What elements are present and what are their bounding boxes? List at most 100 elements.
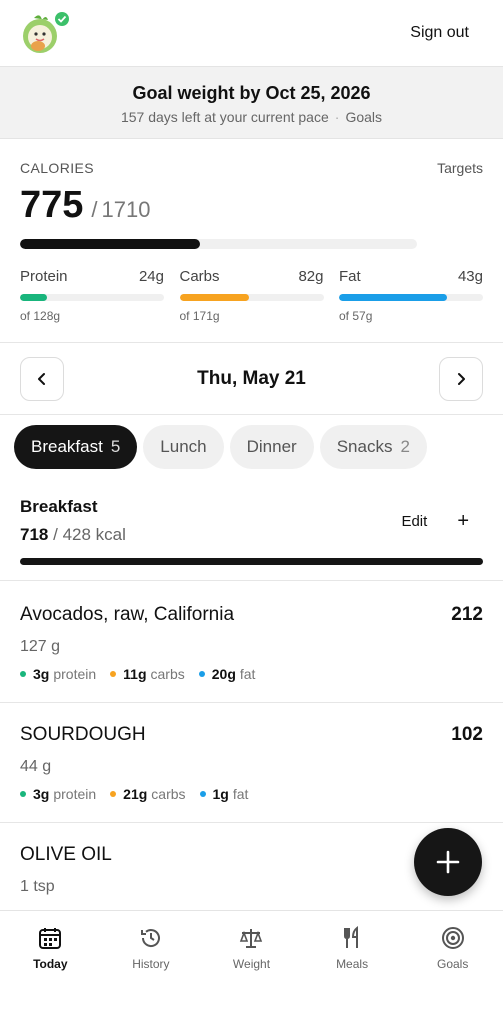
chevron-left-icon xyxy=(38,373,45,385)
food-carbs-value: 21g xyxy=(123,786,148,802)
macro-progress-fill xyxy=(339,294,447,301)
app-header: Sign out xyxy=(0,0,503,66)
app-logo[interactable] xyxy=(20,10,74,56)
sign-out-button[interactable]: Sign out xyxy=(410,24,469,42)
food-quantity: 127 g xyxy=(20,638,61,655)
fat-dot-icon xyxy=(199,791,206,797)
food-protein: 3g protein xyxy=(20,786,96,802)
food-quantity: 1 tsp xyxy=(20,878,55,895)
section-divider xyxy=(0,702,503,703)
food-item[interactable]: OLIVE OIL 1 tsp xyxy=(20,844,483,896)
food-protein-value: 3g xyxy=(33,786,50,802)
current-date: Thu, May 21 xyxy=(197,368,306,389)
tab-label: Snacks xyxy=(336,437,393,456)
food-calories: 102 xyxy=(451,724,483,745)
targets-link[interactable]: Targets xyxy=(437,160,483,176)
bottom-nav: Today History Weight Meals Goals xyxy=(0,910,503,1024)
macro-target: of 171g xyxy=(179,309,220,323)
add-food-fab[interactable] xyxy=(414,828,482,896)
nav-label: Goals xyxy=(436,957,469,971)
tab-count: 2 xyxy=(400,437,410,456)
food-item[interactable]: SOURDOUGH 102 44 g 3g protein 21g carbs 1g… xyxy=(20,724,483,802)
macro-name: Carbs xyxy=(179,268,220,285)
meal-progress-bar xyxy=(20,558,483,565)
add-food-button[interactable]: + xyxy=(457,511,469,531)
tab-dinner[interactable]: Dinner xyxy=(229,425,314,469)
tab-label: Lunch xyxy=(160,437,207,456)
meal-header: Breakfast 718 / 428 kcal Edit + xyxy=(20,497,483,565)
goal-subtitle: 157 days left at your current pace · Goals xyxy=(0,109,503,125)
edit-meal-button[interactable]: Edit xyxy=(401,513,427,530)
macros-summary: Protein 24g of 128g Carbs 82g of 171g Fa… xyxy=(20,268,483,323)
food-protein-label: protein xyxy=(53,666,97,682)
food-carbs-label: carbs xyxy=(150,666,185,682)
calories-label: CALORIES xyxy=(20,160,94,176)
food-carbs: 21g carbs xyxy=(110,786,186,802)
food-fat-value: 20g xyxy=(211,666,236,682)
plus-icon xyxy=(436,850,460,874)
food-carbs-value: 11g xyxy=(123,666,147,682)
macro-name: Fat xyxy=(339,268,361,285)
macro-progress-bar xyxy=(179,294,324,301)
calories-value: 775 / 1710 xyxy=(20,184,483,227)
nav-weight[interactable]: Weight xyxy=(201,911,302,1024)
food-protein-label: protein xyxy=(53,786,97,802)
food-name: SOURDOUGH xyxy=(20,724,146,745)
nav-label: Today xyxy=(33,957,68,971)
food-item[interactable]: Avocados, raw, California 212 127 g 3g pr… xyxy=(20,604,483,682)
tab-breakfast[interactable]: Breakfast 5 xyxy=(14,425,138,469)
carbs-dot-icon xyxy=(110,791,117,797)
macro-progress-bar xyxy=(339,294,483,301)
fat-dot-icon xyxy=(198,671,205,677)
history-icon xyxy=(140,929,160,947)
goal-separator: · xyxy=(334,109,340,125)
calories-summary: CALORIES Targets 775 / 1710 xyxy=(20,160,483,249)
scale-icon xyxy=(240,929,263,948)
macro-fat: Fat 43g of 57g xyxy=(339,268,483,323)
macro-value: 43g xyxy=(457,268,483,285)
macro-name: Protein xyxy=(20,268,68,285)
chevron-right-icon xyxy=(458,373,465,385)
nav-meals[interactable]: Meals xyxy=(302,911,403,1024)
tab-snacks[interactable]: Snacks 2 xyxy=(319,425,427,469)
previous-day-button[interactable] xyxy=(20,357,64,401)
macro-protein: Protein 24g of 128g xyxy=(20,268,164,323)
calories-consumed: 775 xyxy=(20,184,84,226)
goal-pace-text: 157 days left at your current pace xyxy=(120,109,329,125)
goals-link[interactable]: Goals xyxy=(345,109,382,125)
meal-calories-target: 428 kcal xyxy=(62,525,126,544)
food-fat-value: 1g xyxy=(212,786,229,802)
target-icon xyxy=(441,927,464,949)
macro-value: 24g xyxy=(138,268,164,285)
food-quantity: 44 g xyxy=(20,758,52,775)
meal-actions: Edit + xyxy=(401,511,469,531)
nav-today[interactable]: Today xyxy=(0,911,101,1024)
calories-progress-fill xyxy=(20,239,200,249)
food-fat-label: fat xyxy=(239,666,256,682)
next-day-button[interactable] xyxy=(439,357,483,401)
date-navigator: Thu, May 21 xyxy=(20,356,483,402)
food-name: Avocados, raw, California xyxy=(20,604,235,625)
nav-label: Weight xyxy=(232,957,271,971)
food-fat-label: fat xyxy=(232,786,249,802)
food-carbs-label: carbs xyxy=(151,786,186,802)
food-calories: 212 xyxy=(451,604,483,625)
meal-calories-consumed: 718 xyxy=(20,525,49,544)
food-protein-value: 3g xyxy=(33,666,50,682)
food-macros: 3g protein 21g carbs 1g fat xyxy=(20,786,483,802)
goal-title: Goal weight by Oct 25, 2026 xyxy=(132,83,371,103)
tab-lunch[interactable]: Lunch xyxy=(143,425,224,469)
food-macros: 3g protein 11g carbs 20g fat xyxy=(20,666,483,682)
nav-history[interactable]: History xyxy=(101,911,202,1024)
goal-banner[interactable]: Goal weight by Oct 25, 2026 157 days lef… xyxy=(0,66,503,139)
meal-calories-slash: / xyxy=(53,525,58,544)
calories-target: 1710 xyxy=(101,197,151,222)
section-divider xyxy=(0,414,503,415)
macro-target: of 57g xyxy=(339,309,373,323)
nav-label: History xyxy=(132,957,170,971)
calendar-icon xyxy=(39,928,62,949)
macro-target: of 128g xyxy=(20,309,61,323)
macro-progress-fill xyxy=(179,294,249,301)
nav-goals[interactable]: Goals xyxy=(402,911,503,1024)
food-fat: 20g fat xyxy=(198,666,256,682)
